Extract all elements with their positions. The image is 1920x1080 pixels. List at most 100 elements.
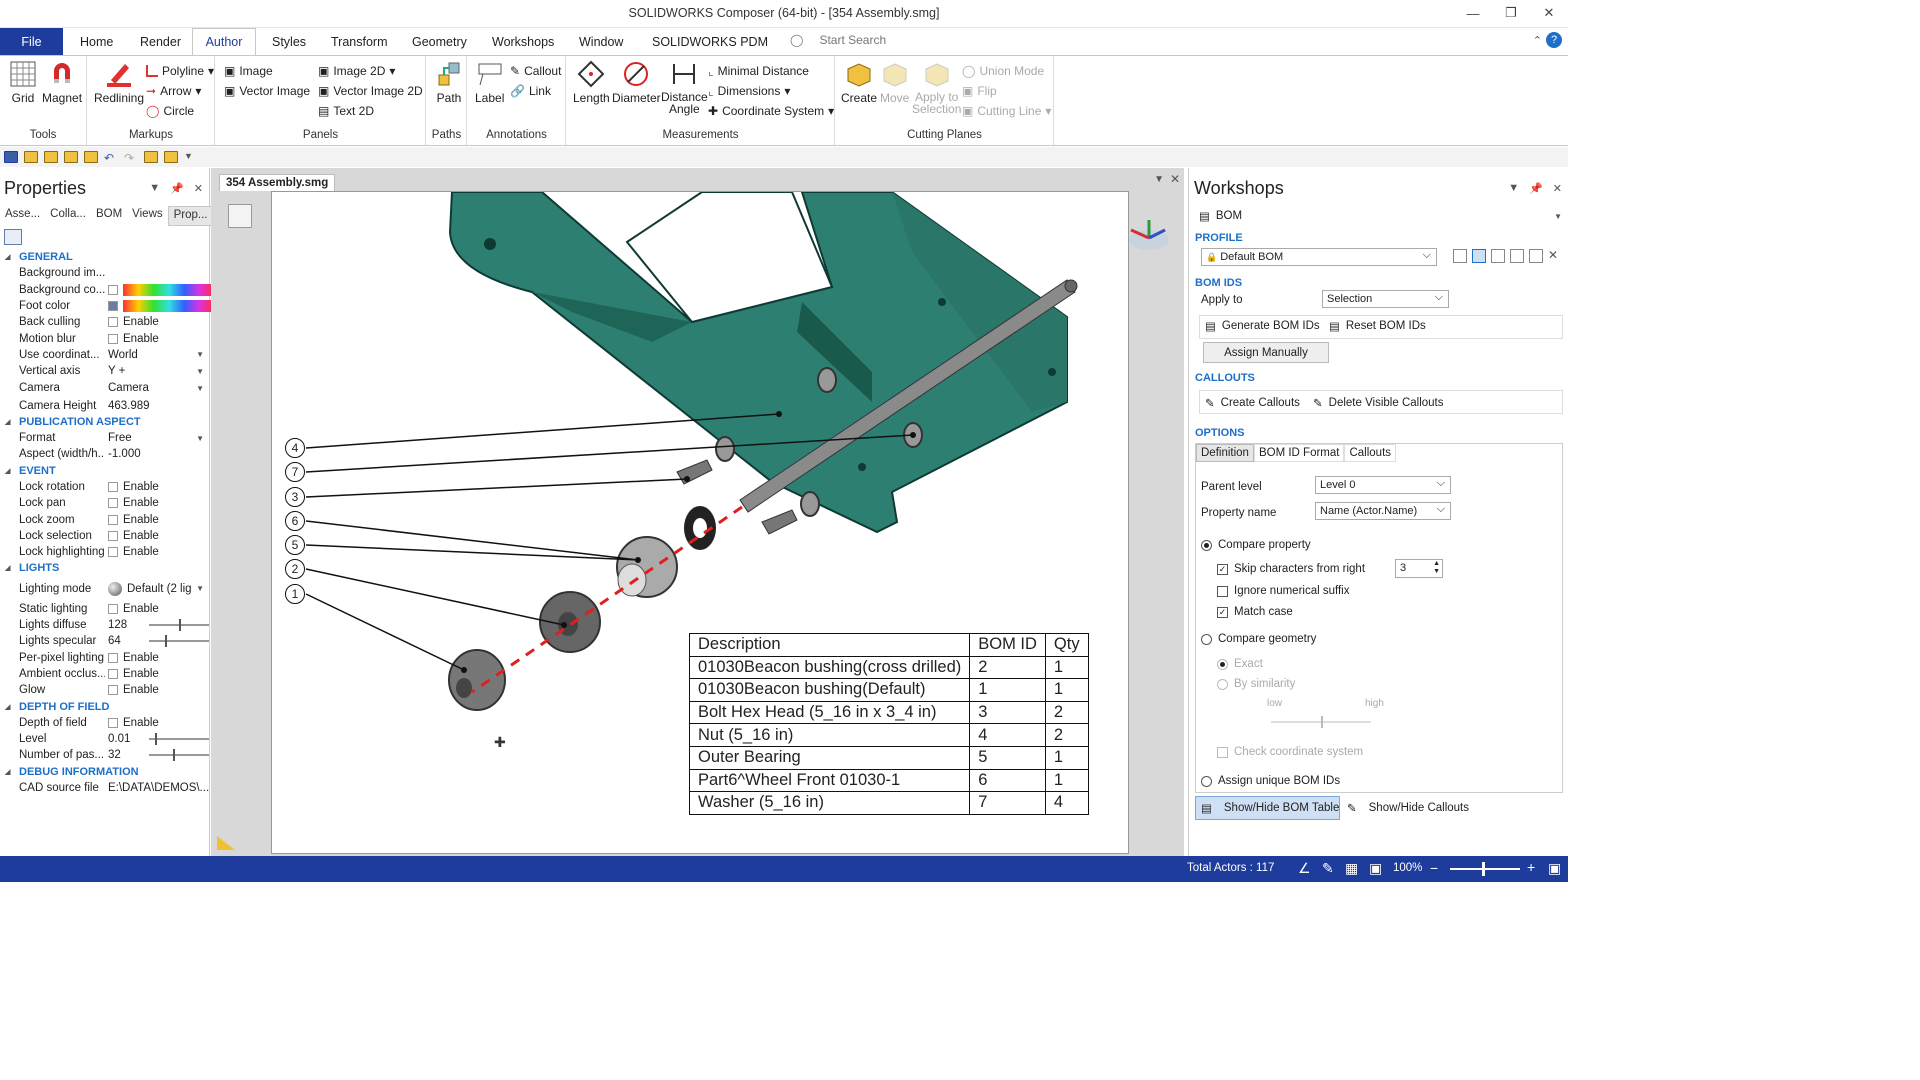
ambient-occlusion-checkbox[interactable]	[108, 668, 118, 679]
panel-menu-icon[interactable]: ▼	[1508, 182, 1519, 195]
section-general[interactable]: GENERAL	[0, 249, 210, 265]
compare-geometry-radio[interactable]	[1201, 633, 1212, 645]
compare-geometry-option[interactable]: Compare geometry	[1201, 633, 1316, 645]
tab-views[interactable]: Views	[127, 206, 167, 226]
assign-unique-radio[interactable]	[1201, 775, 1212, 787]
per-pixel-checkbox[interactable]	[108, 652, 118, 663]
callout-bubble[interactable]: 5	[285, 535, 305, 555]
tab-collaboration[interactable]: Colla...	[45, 206, 91, 226]
static-lighting-checkbox[interactable]	[108, 603, 118, 614]
move-plane-button[interactable]: Move	[880, 60, 909, 105]
coordinate-system-button[interactable]: ✚ Coordinate System ▾	[708, 104, 834, 118]
redlining-button[interactable]: Redlining	[94, 60, 144, 105]
dropdown-icon[interactable]: ▼	[196, 367, 204, 376]
lighting-mode-select[interactable]: Default (2 lig	[108, 581, 192, 596]
profile-sort-icon[interactable]	[1472, 249, 1486, 263]
tab-file[interactable]: File	[0, 28, 63, 55]
camera-select[interactable]: Camera	[108, 382, 149, 394]
tab-window[interactable]: Window	[575, 28, 627, 55]
categorized-icon[interactable]	[4, 229, 22, 245]
minimize-icon[interactable]: —	[1454, 0, 1492, 26]
profile-view-icon[interactable]	[1453, 249, 1467, 263]
section-publication[interactable]: PUBLICATION ASPECT	[0, 414, 210, 430]
doc-menu-icon[interactable]: ▼	[1154, 174, 1164, 185]
3d-viewport[interactable]: 4 7 3 6 5 2 1 Description BOM ID Qty 010…	[271, 191, 1129, 854]
edit-icon[interactable]	[124, 229, 142, 245]
tab-callouts[interactable]: Callouts	[1344, 444, 1397, 462]
zoom-slider[interactable]	[1450, 862, 1520, 876]
lock-pan-checkbox[interactable]	[108, 498, 118, 509]
parent-level-select[interactable]: Level 0	[1315, 476, 1451, 494]
redo-icon[interactable]: ↷	[124, 151, 138, 165]
text2d-button[interactable]: ▤ Text 2D	[318, 104, 374, 118]
apply-to-selection-button[interactable]: Apply to Selection	[912, 60, 961, 115]
bom-table[interactable]: Description BOM ID Qty 01030Beacon bushi…	[688, 633, 1089, 815]
tab-styles[interactable]: Styles	[268, 28, 310, 55]
pin-icon[interactable]: 📌	[1529, 182, 1543, 195]
profile-select[interactable]: 🔒 Default BOM	[1201, 248, 1437, 266]
refresh-icon[interactable]	[52, 229, 70, 245]
pen-icon[interactable]: ✎	[1322, 860, 1334, 877]
check-coordinate-checkbox[interactable]	[1217, 746, 1228, 758]
tab-home[interactable]: Home	[76, 28, 117, 55]
lock-highlighting-checkbox[interactable]	[108, 547, 118, 558]
section-depth-of-field[interactable]: DEPTH OF FIELD	[0, 698, 210, 714]
property-name-select[interactable]: Name (Actor.Name)	[1315, 502, 1451, 520]
dropdown-icon[interactable]: ▼	[196, 384, 204, 393]
exact-radio[interactable]	[1217, 658, 1228, 670]
collapse-ribbon-icon[interactable]: ⌃	[1533, 34, 1542, 47]
fullscreen-icon[interactable]: ▣	[1548, 860, 1561, 877]
union-mode-button[interactable]: ◯ Union Mode	[962, 64, 1044, 78]
document-tab[interactable]: 354 Assembly.smg	[219, 174, 336, 191]
depth-of-field-checkbox[interactable]	[108, 717, 118, 728]
create-callouts-button[interactable]: ✎ Create Callouts	[1205, 396, 1300, 410]
dropdown-icon[interactable]: ▼	[196, 584, 204, 593]
format-select[interactable]: Free	[108, 432, 132, 444]
pin-icon[interactable]: 📌	[170, 182, 184, 195]
lights-diffuse-slider[interactable]	[149, 619, 209, 632]
delete-callouts-button[interactable]: ✎ Delete Visible Callouts	[1313, 396, 1444, 410]
import-icon[interactable]	[44, 151, 58, 163]
profile-delete-icon[interactable]: ✕	[1548, 249, 1562, 263]
magnet-button[interactable]: Magnet	[42, 60, 82, 105]
view-thumbnail-icon[interactable]	[228, 204, 252, 228]
glow-checkbox[interactable]	[108, 685, 118, 696]
match-case-option[interactable]: ✓ Match case	[1217, 606, 1293, 618]
select-icon[interactable]	[144, 151, 158, 163]
save-icon[interactable]	[4, 151, 18, 163]
tab-author[interactable]: Author	[192, 28, 256, 55]
export-icon[interactable]	[64, 151, 78, 163]
tab-bom-id-format[interactable]: BOM ID Format	[1253, 444, 1345, 462]
lights-specular-slider[interactable]	[149, 635, 209, 648]
arrow-button[interactable]: ➞ Arrow ▾	[146, 84, 201, 98]
tab-definition[interactable]: Definition	[1196, 444, 1254, 462]
customize-qat-icon[interactable]: ▼	[184, 151, 198, 163]
skip-characters-option[interactable]: ✓ Skip characters from right	[1217, 563, 1365, 575]
callout-bubble[interactable]: 4	[285, 438, 305, 458]
generate-bom-ids-button[interactable]: ▤ Generate BOM IDs	[1205, 319, 1320, 333]
by-similarity-option[interactable]: By similarity	[1217, 678, 1295, 690]
add-property-icon[interactable]	[148, 229, 166, 245]
stepper-arrows-icon[interactable]: ▲ ▼	[1433, 560, 1440, 576]
default-icon[interactable]	[100, 229, 118, 245]
restore-icon[interactable]: ❐	[1492, 0, 1530, 26]
publish-icon[interactable]	[84, 151, 98, 163]
zoom-in-icon[interactable]: +	[1527, 859, 1535, 875]
ignore-suffix-checkbox[interactable]	[1217, 585, 1228, 597]
use-coordinate-select[interactable]: World	[108, 349, 138, 361]
callout-bubble[interactable]: 6	[285, 511, 305, 531]
callout-bubble[interactable]: 7	[285, 462, 305, 482]
doc-close-icon[interactable]: ✕	[1170, 172, 1180, 186]
label-button[interactable]: Label	[475, 60, 504, 105]
motion-blur-checkbox[interactable]	[108, 333, 118, 344]
link-button[interactable]: 🔗 Link	[510, 84, 551, 98]
image-button[interactable]: ▣ Image	[224, 64, 273, 78]
workshop-selector[interactable]: ▤ BOM	[1199, 209, 1242, 223]
compare-property-radio[interactable]	[1201, 539, 1212, 551]
dropdown-icon[interactable]: ▼	[1554, 212, 1562, 221]
check-coordinate-option[interactable]: Check coordinate system	[1217, 746, 1363, 758]
apply-to-select[interactable]: Selection	[1322, 290, 1449, 308]
close-icon[interactable]: ✕	[1530, 0, 1568, 26]
open-icon[interactable]	[24, 151, 38, 163]
sort-icon[interactable]	[28, 229, 46, 245]
